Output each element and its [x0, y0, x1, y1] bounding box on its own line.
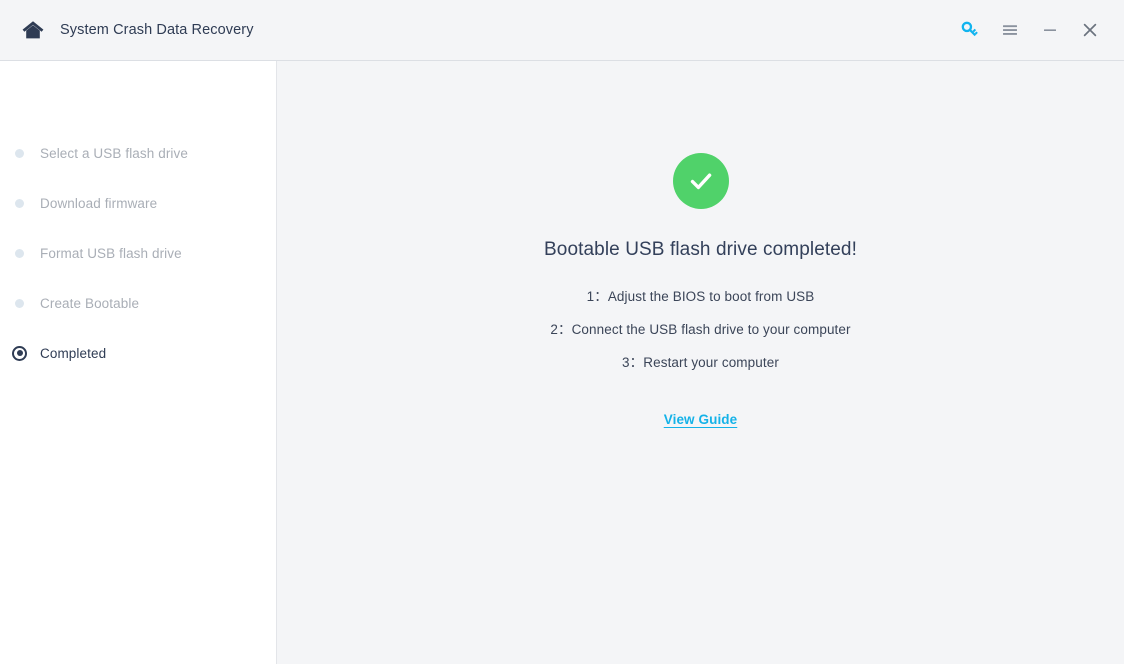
sidebar-item-label: Download firmware — [40, 195, 158, 211]
instruction-number: 1： — [586, 289, 608, 304]
step-dot-icon — [11, 145, 28, 162]
home-icon — [21, 19, 45, 41]
main-content: Bootable USB flash drive completed! 1：Ad… — [277, 61, 1124, 664]
sidebar-item-select-usb[interactable]: Select a USB flash drive — [0, 128, 276, 178]
key-icon — [960, 20, 980, 40]
sidebar-item-format-usb[interactable]: Format USB flash drive — [0, 228, 276, 278]
menu-icon — [1000, 20, 1020, 40]
instruction-item: 2：Connect the USB flash drive to your co… — [550, 318, 850, 338]
key-button[interactable] — [950, 10, 990, 50]
menu-button[interactable] — [990, 10, 1030, 50]
guide-link-wrapper: View Guide — [664, 411, 738, 429]
sidebar-item-create-bootable[interactable]: Create Bootable — [0, 278, 276, 328]
sidebar-item-label: Create Bootable — [40, 295, 140, 311]
titlebar-actions — [950, 10, 1110, 50]
view-guide-link[interactable]: View Guide — [664, 412, 738, 427]
sidebar-item-completed[interactable]: Completed — [0, 328, 276, 378]
instruction-text: Restart your computer — [643, 355, 779, 370]
instruction-number: 2： — [550, 322, 572, 337]
close-button[interactable] — [1070, 10, 1110, 50]
instruction-number: 3： — [622, 355, 644, 370]
step-radio-active-icon — [11, 345, 28, 362]
sidebar-steps: Select a USB flash drive Download firmwa… — [0, 61, 277, 664]
body-row: Select a USB flash drive Download firmwa… — [0, 61, 1124, 664]
instruction-list: 1：Adjust the BIOS to boot from USB 2：Con… — [550, 285, 850, 371]
page-title: Bootable USB flash drive completed! — [544, 239, 857, 260]
step-dot-icon — [11, 245, 28, 262]
instruction-text: Adjust the BIOS to boot from USB — [607, 289, 815, 304]
instruction-text: Connect the USB flash drive to your comp… — [571, 322, 851, 337]
sidebar-item-label: Format USB flash drive — [40, 245, 182, 261]
app-window: System Crash Data Recovery Select a USB … — [0, 0, 1124, 664]
app-title: System Crash Data Recovery — [60, 22, 254, 38]
success-check-icon — [672, 153, 729, 209]
close-icon — [1080, 20, 1100, 40]
minimize-button[interactable] — [1030, 10, 1070, 50]
home-button[interactable] — [16, 13, 50, 47]
sidebar-item-label: Completed — [40, 345, 107, 361]
step-dot-icon — [11, 195, 28, 212]
title-bar: System Crash Data Recovery — [0, 0, 1124, 61]
sidebar-item-label: Select a USB flash drive — [40, 145, 188, 161]
minimize-icon — [1040, 20, 1060, 40]
sidebar-item-download-firmware[interactable]: Download firmware — [0, 178, 276, 228]
instruction-item: 3：Restart your computer — [622, 351, 779, 371]
instruction-item: 1：Adjust the BIOS to boot from USB — [587, 285, 815, 305]
step-dot-icon — [11, 295, 28, 312]
